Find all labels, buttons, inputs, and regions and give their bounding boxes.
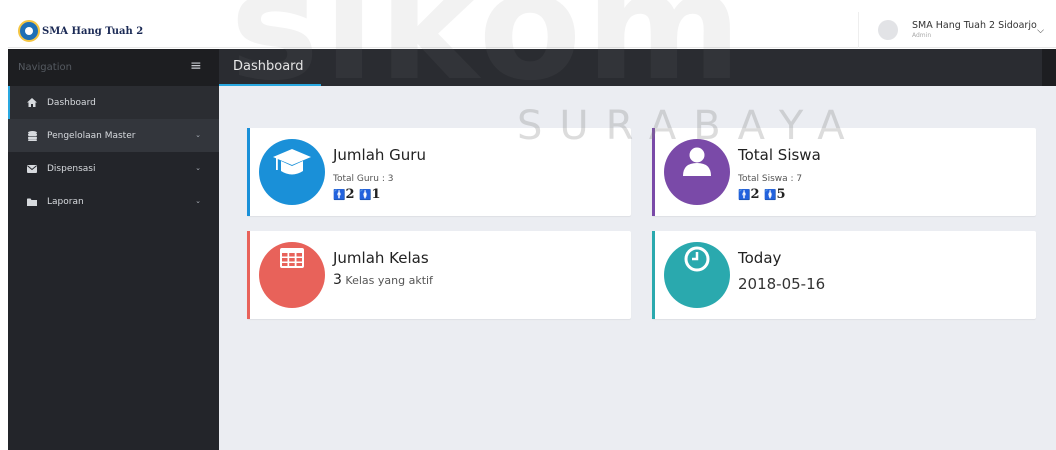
today-date: 2018-05-16 <box>738 275 826 293</box>
user-menu[interactable]: SMA Hang Tuah 2 Sidoarjo Admin ⌵ <box>858 12 1056 48</box>
envelope-icon <box>27 164 37 173</box>
card-title: Jumlah Guru <box>333 146 426 164</box>
user-icon <box>664 139 730 205</box>
user-info: SMA Hang Tuah 2 Sidoarjo Admin <box>912 21 1037 39</box>
kelas-count-row: 3 Kelas yang aktif <box>333 272 433 288</box>
logo-text: SMA Hang Tuah 2 <box>42 25 144 37</box>
top-header: SMA Hang Tuah 2 SMA Hang Tuah 2 Sidoarjo… <box>8 12 1056 48</box>
card-accent-bar <box>652 231 655 319</box>
home-icon <box>27 98 37 107</box>
folder-icon <box>27 198 37 206</box>
card-accent-bar <box>247 128 250 216</box>
male-count: 2 <box>345 187 355 202</box>
sidebar-item-pengelolaan-master[interactable]: Pengelolaan Master ⌄ <box>8 119 219 152</box>
male-icon: 🚹 <box>738 190 751 201</box>
female-count: 5 <box>776 187 786 202</box>
card-title: Today <box>738 249 782 267</box>
avatar <box>878 20 898 40</box>
hamburger-menu-icon[interactable]: ≡ <box>190 58 202 74</box>
gender-count: 🚹2 🚺5 <box>738 187 786 202</box>
female-icon: 🚺 <box>359 190 372 201</box>
card-title: Total Siswa <box>738 146 821 164</box>
page-title: Dashboard <box>233 59 304 74</box>
female-icon: 🚺 <box>764 190 777 201</box>
female-count: 1 <box>371 187 381 202</box>
database-icon <box>27 130 37 141</box>
gender-count: 🚹2 🚺1 <box>333 187 381 202</box>
sidebar-item-dashboard[interactable]: Dashboard <box>8 86 219 119</box>
card-subtitle: Total Siswa : 7 <box>738 174 803 184</box>
navigation-label: Navigation <box>18 62 72 73</box>
user-role: Admin <box>912 31 932 39</box>
graduation-cap-icon <box>259 139 325 205</box>
card-subtitle: Total Guru : 3 <box>333 174 394 184</box>
sidebar-item-dispensasi[interactable]: Dispensasi ⌄ <box>8 152 219 185</box>
card-accent-bar <box>247 231 250 319</box>
school-emblem-icon <box>18 20 40 42</box>
male-icon: 🚹 <box>333 190 346 201</box>
chevron-down-icon: ⌄ <box>195 164 201 172</box>
card-accent-bar <box>652 128 655 216</box>
chevron-down-icon: ⌄ <box>195 197 201 205</box>
sidebar-item-label: Dashboard <box>47 97 96 108</box>
kelas-count: 3 <box>333 272 342 288</box>
card-jumlah-kelas: Jumlah Kelas 3 Kelas yang aktif <box>247 231 631 319</box>
card-title: Jumlah Kelas <box>333 249 429 267</box>
sidebar-item-laporan[interactable]: Laporan ⌄ <box>8 185 219 218</box>
card-jumlah-guru: Jumlah Guru Total Guru : 3 🚹2 🚺1 <box>247 128 631 216</box>
sidebar-item-label: Dispensasi <box>47 163 96 174</box>
sidebar-item-label: Laporan <box>47 196 84 207</box>
user-name: SMA Hang Tuah 2 Sidoarjo <box>912 20 1037 32</box>
male-count: 2 <box>750 187 760 202</box>
sidebar: Dashboard Pengelolaan Master ⌄ Dispensas… <box>8 86 219 450</box>
table-icon <box>259 242 325 308</box>
page-title-bar: Dashboard <box>219 49 1042 86</box>
nav-bar: Navigation ≡ Dashboard <box>8 49 1056 86</box>
card-total-siswa: Total Siswa Total Siswa : 7 🚹2 🚺5 <box>652 128 1036 216</box>
school-logo[interactable]: SMA Hang Tuah 2 <box>18 16 143 46</box>
chevron-down-icon: ⌄ <box>195 131 201 139</box>
card-today: Today 2018-05-16 <box>652 231 1036 319</box>
kelas-suffix: Kelas yang aktif <box>345 274 433 287</box>
main-content: Jumlah Guru Total Guru : 3 🚹2 🚺1 Total S… <box>219 86 1056 450</box>
clock-icon <box>664 242 730 308</box>
chevron-down-icon[interactable]: ⌵ <box>1037 26 1044 36</box>
sidebar-item-label: Pengelolaan Master <box>47 130 136 141</box>
